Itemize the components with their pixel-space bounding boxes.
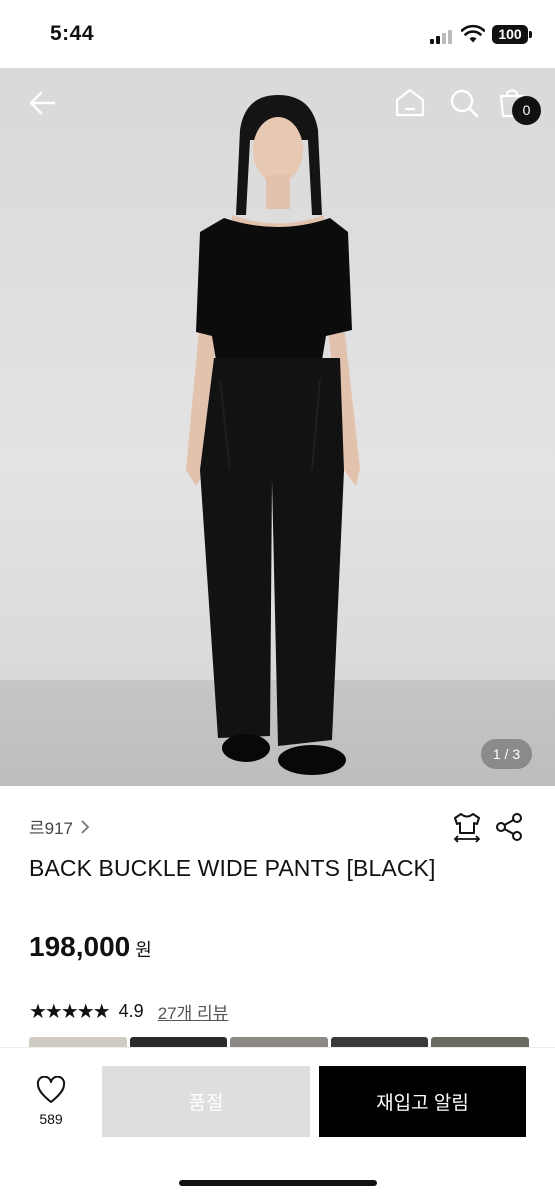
price-row: 198,000 원 [29, 931, 152, 963]
product-image[interactable] [0, 68, 555, 786]
review-link[interactable]: 27개 리뷰 [158, 999, 229, 1024]
battery-icon: 100 [492, 25, 528, 44]
review-thumbnail[interactable] [330, 1037, 429, 1047]
soldout-button[interactable]: 품절 [102, 1066, 310, 1137]
rating-stars: ★★★★★ [29, 1001, 111, 1023]
status-time: 5:44 [50, 22, 95, 45]
brand-link[interactable]: 르917 [29, 814, 91, 839]
rating-value: 4.9 [118, 1001, 144, 1021]
review-thumbnail[interactable] [129, 1037, 228, 1047]
like-count: 589 [39, 1111, 63, 1127]
search-icon[interactable] [447, 86, 481, 120]
restock-alert-button[interactable]: 재입고 알림 [319, 1066, 526, 1137]
status-bar: 5:44 100 [0, 0, 555, 68]
model-photo [186, 95, 360, 775]
back-arrow-icon[interactable] [26, 86, 60, 120]
size-guide-icon[interactable] [451, 811, 483, 843]
image-pager: 1 / 3 [481, 739, 532, 769]
signal-icon [430, 28, 456, 44]
review-thumbnail[interactable] [431, 1037, 529, 1047]
cart-count-badge[interactable]: 0 [512, 96, 541, 125]
review-thumbnail[interactable] [29, 1037, 127, 1047]
price-currency: 원 [135, 940, 152, 960]
product-price: 198,000 [29, 931, 131, 962]
brand-name: 르917 [29, 819, 74, 838]
share-icon[interactable] [494, 812, 524, 842]
review-thumbnails[interactable] [29, 1037, 529, 1047]
home-icon[interactable] [393, 86, 427, 120]
rating-row: ★★★★★ 4.9 27개 리뷰 [29, 999, 228, 1024]
wifi-icon [461, 24, 485, 43]
chevron-right-icon [81, 819, 90, 834]
like-button[interactable]: 589 [24, 1075, 78, 1127]
heart-icon [36, 1075, 66, 1103]
product-title: BACK BUCKLE WIDE PANTS [BLACK] [29, 855, 436, 881]
review-thumbnail[interactable] [230, 1037, 328, 1047]
home-indicator [179, 1180, 377, 1186]
